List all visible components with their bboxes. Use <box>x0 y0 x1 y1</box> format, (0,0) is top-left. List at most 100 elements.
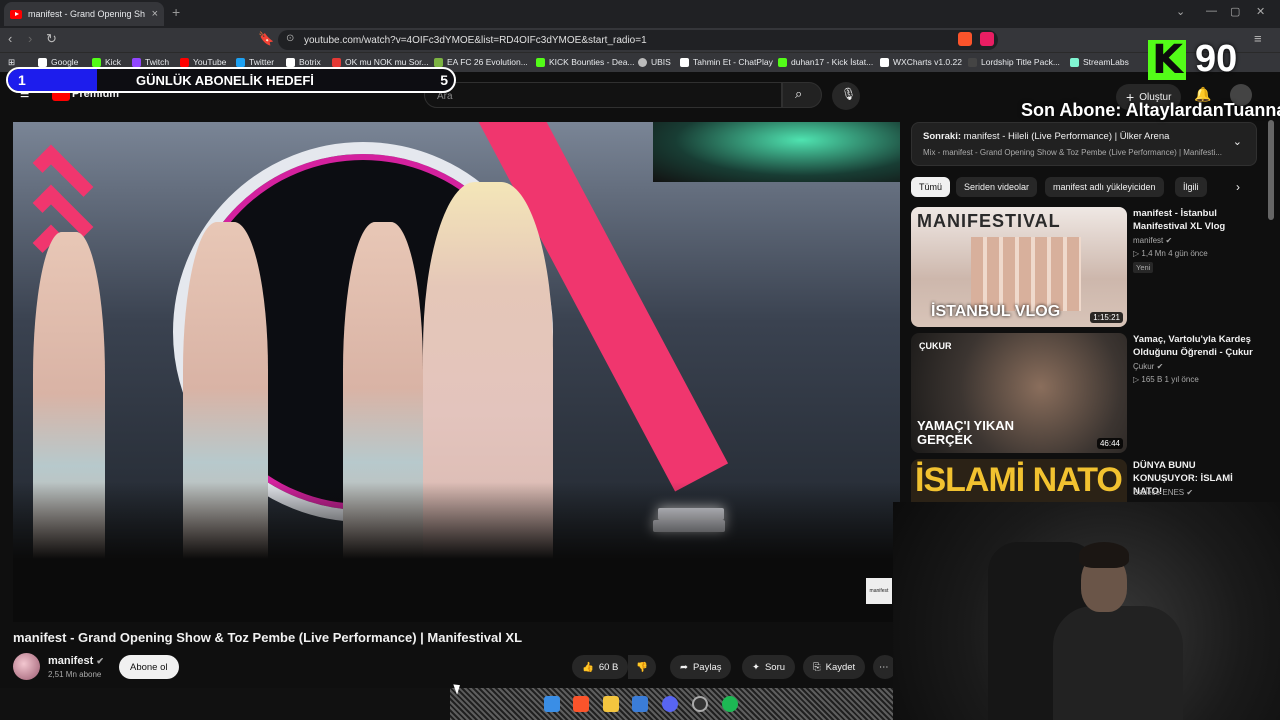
bookmark-ubis[interactable]: UBIS <box>638 57 671 67</box>
last-subscriber: Son Abone: AltaylardanTuannay <box>1021 100 1280 120</box>
discord-icon[interactable] <box>662 696 678 712</box>
tab-close-icon[interactable]: × <box>152 8 158 20</box>
bookmark-kick-bounties[interactable]: KICK Bounties - Dea... <box>536 57 635 67</box>
window-close-icon[interactable]: ✕ <box>1256 5 1265 18</box>
crowd-silhouettes <box>13 482 900 622</box>
chip-related[interactable]: İlgili <box>1175 177 1207 197</box>
minimize-icon[interactable]: — <box>1206 5 1217 17</box>
share-label: Paylaş <box>692 661 722 673</box>
bookmark-kick[interactable]: Kick <box>92 57 121 67</box>
recommended-thumbnail[interactable]: ÇUKUR YAMAÇ'I YIKAN GERÇEK 46:44 <box>911 333 1127 453</box>
channel-name[interactable]: manifest ✔ <box>48 655 104 667</box>
playlist-icon: ▷ <box>1133 375 1140 384</box>
bookmark-icon[interactable]: 🔖 <box>258 31 274 47</box>
video-title: manifest - Grand Opening Show & Toz Pemb… <box>13 630 523 645</box>
forward-icon[interactable]: › <box>28 31 32 46</box>
bookmark-youtube[interactable]: YouTube <box>180 57 226 67</box>
recommended-title[interactable]: manifest - İstanbul Manifestival XL Vlog <box>1133 207 1263 233</box>
chips-next-icon[interactable]: › <box>1236 180 1240 194</box>
browser-tab[interactable]: manifest - Grand Opening Sh × <box>4 2 164 26</box>
search-button[interactable]: ⌕ <box>782 82 822 108</box>
search-input[interactable]: Ara <box>424 82 782 108</box>
up-next-subtitle: Mix - manifest - Grand Opening Show & To… <box>923 148 1222 157</box>
back-icon[interactable]: ‹ <box>8 31 12 46</box>
browser-tab-bar: manifest - Grand Opening Sh × + ⌄ — ▢ ✕ <box>0 0 1280 28</box>
reload-icon[interactable]: ↻ <box>46 31 57 47</box>
playlist-icon: ▷ <box>1133 249 1140 258</box>
group-photo <box>971 237 1081 311</box>
brave-taskbar-icon[interactable] <box>573 696 589 712</box>
thumbnail-text: ÇUKUR <box>919 341 952 351</box>
goal-current: 1 <box>18 72 26 88</box>
spotify-icon[interactable] <box>722 696 738 712</box>
menu-icon[interactable]: ≡ <box>1254 31 1262 46</box>
channel-watermark[interactable]: manifest <box>866 578 892 604</box>
bookmark-lordship[interactable]: Lordship Title Pack... <box>968 57 1060 67</box>
recommended-thumbnail[interactable]: MANIFESTIVAL İSTANBUL VLOG 1:15:21 <box>911 207 1127 327</box>
dislike-button[interactable]: 👎 <box>628 655 656 679</box>
windows-start-icon[interactable] <box>544 696 560 712</box>
more-icon: ⋯ <box>879 661 889 673</box>
channel-avatar[interactable] <box>13 653 40 680</box>
video-player[interactable]: manifest <box>13 122 900 622</box>
file-explorer-icon[interactable] <box>603 696 619 712</box>
stage-green-light <box>653 122 900 182</box>
tab-search-icon[interactable]: ⌄ <box>1176 5 1185 18</box>
bookmark-kick-istatistik[interactable]: duhan17 - Kick İstat... <box>778 57 873 67</box>
share-icon: ➦ <box>680 661 688 673</box>
save-button[interactable]: ⎘ Kaydet <box>803 655 866 679</box>
search-icon: ⌕ <box>795 86 803 101</box>
ask-label: Soru <box>764 661 786 673</box>
kick-follower-count: 90 <box>1195 38 1238 80</box>
duration-badge: 46:44 <box>1096 438 1123 449</box>
subscription-goal-bar: 1 GÜNLÜK ABONELİK HEDEFİ 5 <box>6 67 456 93</box>
bookmark-ea-fc[interactable]: EA FC 26 Evolution... <box>434 57 528 67</box>
recommended-channel[interactable]: Sadece ENES ✔ <box>1133 488 1193 497</box>
chip-all[interactable]: Tümü <box>911 177 951 197</box>
verified-icon: ✔ <box>96 656 104 666</box>
site-info-icon[interactable]: ⊙ <box>286 33 294 44</box>
obs-icon[interactable] <box>692 696 708 712</box>
bookmark-wxcharts[interactable]: WXCharts v1.0.22 <box>880 57 962 67</box>
maximize-icon[interactable]: ▢ <box>1230 5 1240 18</box>
new-tab-button[interactable]: + <box>172 4 180 20</box>
brave-shield-icon[interactable] <box>958 32 972 46</box>
app-taskbar-icon[interactable] <box>632 696 648 712</box>
bookmark-chatplay[interactable]: Tahmin Et - ChatPlay <box>680 57 773 67</box>
bookmark-twitch[interactable]: Twitch <box>132 57 169 67</box>
kick-logo-icon <box>1148 37 1186 83</box>
bookmark-streamlabs[interactable]: StreamLabs <box>1070 57 1129 67</box>
url-text: youtube.com/watch?v=4OIFc3dYMOE&list=RD4… <box>304 34 647 46</box>
apps-icon[interactable]: ⊞ <box>8 57 15 68</box>
subscriber-count: 2,51 Mn abone <box>48 670 102 679</box>
bookmark-botrix[interactable]: Botrix <box>286 57 321 67</box>
youtube-favicon-icon <box>10 9 22 19</box>
up-next-panel[interactable]: Sonraki: manifest - Hileli (Live Perform… <box>911 122 1257 166</box>
recommended-channel[interactable]: manifest ✔ <box>1133 236 1172 245</box>
share-button[interactable]: ➦ Paylaş <box>670 655 732 679</box>
thumbnail-text: MANIFESTIVAL <box>917 211 1061 231</box>
address-bar-row: ‹ › ↻ 🔖 ⊙ youtube.com/watch?v=4OIFc3dYMO… <box>0 28 1280 52</box>
subscribe-button[interactable]: Abone ol <box>119 655 179 679</box>
recommended-thumbnail[interactable]: İSLAMİ NATO <box>911 459 1127 503</box>
verified-icon: ✔ <box>1186 488 1194 497</box>
duration-badge: 1:15:21 <box>1090 312 1123 323</box>
chip-uploader[interactable]: manifest adlı yükleyiciden <box>1045 177 1164 197</box>
chevron-down-icon[interactable]: ⌄ <box>1233 135 1242 148</box>
page-scrollbar[interactable] <box>1268 120 1274 220</box>
up-next-title: Sonraki: manifest - Hileli (Live Perform… <box>923 131 1170 142</box>
brave-rewards-icon[interactable] <box>980 32 994 46</box>
tab-title: manifest - Grand Opening Sh <box>28 9 146 19</box>
chip-series[interactable]: Seriden videolar <box>956 177 1038 197</box>
ask-button[interactable]: ✦ Soru <box>742 655 796 679</box>
bookmark-ok-mu-nok-mu[interactable]: OK mu NOK mu Sor... <box>332 57 429 67</box>
recommended-title[interactable]: Yamaç, Vartolu'yla Kardeş Olduğunu Öğren… <box>1133 333 1263 359</box>
thumbnail-caption: YAMAÇ'I YIKAN GERÇEK <box>917 418 1014 447</box>
bookmark-google[interactable]: Google <box>38 57 78 67</box>
like-button[interactable]: 👍 60 B <box>572 655 629 679</box>
recommended-channel[interactable]: Çukur ✔ <box>1133 362 1163 371</box>
goal-label: GÜNLÜK ABONELİK HEDEFİ <box>136 73 314 88</box>
url-field[interactable]: ⊙ youtube.com/watch?v=4OIFc3dYMOE&list=R… <box>278 30 998 50</box>
bookmark-twitter[interactable]: Twitter <box>236 57 274 67</box>
voice-search-button[interactable]: 🎙 <box>832 82 860 110</box>
